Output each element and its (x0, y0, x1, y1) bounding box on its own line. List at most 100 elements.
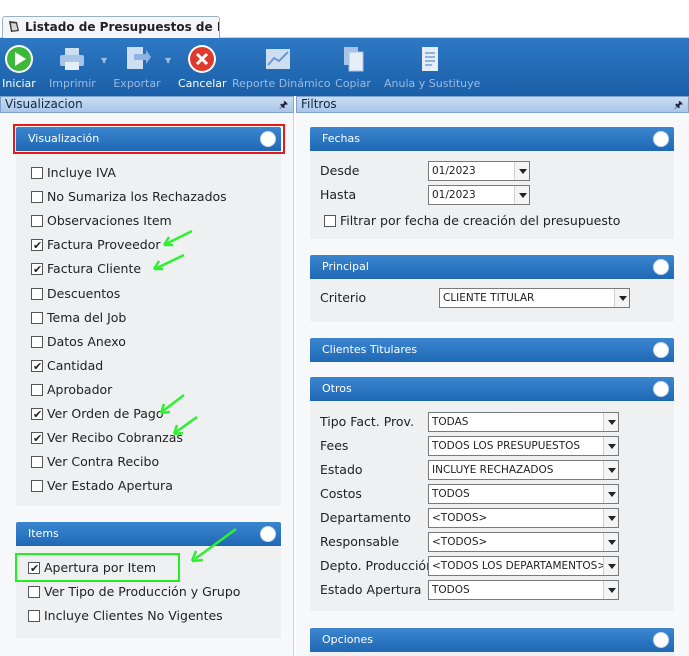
ver-tipo-de-produccion-y-grupo-label: Ver Tipo de Producción y Grupo (44, 584, 241, 599)
collapse-icon[interactable] (653, 342, 669, 358)
checkbox-box[interactable] (31, 261, 43, 279)
ver-contra-recibo-label: Ver Contra Recibo (47, 454, 160, 470)
dropdown-arrow-icon[interactable] (603, 533, 618, 551)
exportar-dropdown-icon[interactable]: ▼ (165, 56, 171, 65)
hasta-label: Hasta (320, 187, 357, 202)
depto-produccion-select[interactable]: <TODOS LOS DEPARTAMENTOS> (428, 556, 619, 576)
filtrar-fecha-label: Filtrar por fecha de creación del presup… (340, 213, 621, 228)
filtros-panel-title: Filtros 🖈 (296, 96, 689, 113)
printer-icon (60, 48, 84, 70)
pin-icon[interactable]: 🖈 (674, 98, 683, 113)
collapse-icon[interactable] (260, 526, 276, 542)
ver-recibo-cobranzas-label: Ver Recibo Cobranzas (47, 430, 183, 446)
criterio-select[interactable]: CLIENTE TITULAR (439, 288, 630, 308)
checkbox-box[interactable] (31, 430, 43, 448)
cancelar-label: Cancelar (178, 77, 227, 90)
iniciar-button[interactable]: Iniciar (0, 38, 38, 96)
annotation-arrow-icon (172, 415, 198, 436)
checkbox-box[interactable] (31, 406, 43, 424)
dropdown-arrow-icon[interactable] (603, 413, 618, 431)
opciones-group: Opciones (310, 628, 674, 656)
pin-icon[interactable]: 🖈 (279, 98, 288, 113)
depto-produccion-label: Depto. Producción (320, 558, 435, 573)
checkbox-box[interactable] (31, 215, 43, 228)
no-sumariza-los-rechazados-label: No Sumariza los Rechazados (47, 189, 227, 205)
departamento-select[interactable]: <TODOS> (428, 508, 619, 528)
otros-group-title: Otros (322, 382, 352, 395)
imprimir-button[interactable]: Imprimir (49, 38, 96, 96)
departamento-label: Departamento (320, 510, 411, 525)
dropdown-arrow-icon[interactable] (603, 581, 618, 599)
annotation-arrow-icon (162, 229, 193, 247)
anula-label: Anula y Sustituye (384, 77, 481, 90)
clientes-titulares-header[interactable]: Clientes Titulares (310, 338, 674, 362)
exportar-button[interactable]: Exportar (112, 38, 162, 96)
datos-anexo-label: Datos Anexo (47, 333, 126, 349)
dropdown-arrow-icon[interactable] (514, 162, 529, 180)
collapse-icon[interactable] (653, 381, 669, 397)
checkbox-box[interactable] (31, 191, 43, 204)
dropdown-arrow-icon[interactable] (603, 485, 618, 503)
dropdown-arrow-icon[interactable] (603, 437, 618, 455)
checkbox-box[interactable] (28, 610, 40, 622)
tipo-fact-prov-select[interactable]: TODAS (428, 412, 619, 432)
checkbox-box[interactable] (324, 215, 336, 227)
checkbox-box[interactable] (31, 167, 43, 179)
checkbox-box[interactable] (31, 480, 43, 493)
cancelar-button[interactable]: Cancelar (178, 38, 227, 96)
annotation-arrow-icon (159, 394, 185, 415)
annotation-arrow-icon (152, 253, 185, 271)
anula-sustituye-button[interactable]: Anula y Sustituye (384, 38, 481, 96)
copiar-button[interactable]: Copiar (333, 38, 373, 96)
collapse-icon[interactable] (653, 131, 669, 147)
dropdown-arrow-icon[interactable] (614, 289, 629, 307)
play-icon (5, 45, 33, 73)
costos-select[interactable]: TODOS (428, 484, 619, 504)
estado-apertura-value: TODOS (432, 584, 470, 596)
criterio-label: Criterio (320, 290, 367, 305)
checkbox-box[interactable] (31, 456, 43, 469)
fees-label: Fees (320, 438, 349, 453)
aprobador-label: Aprobador (47, 381, 113, 397)
dropdown-arrow-icon[interactable] (514, 186, 529, 204)
desde-field[interactable]: 01/2023 (428, 161, 530, 181)
descuentos-label: Descuentos (47, 285, 121, 301)
otros-group-header[interactable]: Otros (310, 377, 674, 401)
checkbox-box[interactable] (31, 311, 43, 324)
estado-select[interactable]: INCLUYE RECHAZADOS (428, 460, 619, 480)
reporte-dinamico-button[interactable]: Reporte Dinámico (232, 38, 331, 96)
collapse-icon[interactable] (653, 259, 669, 275)
imprimir-dropdown-icon[interactable]: ▼ (101, 56, 107, 65)
exportar-label: Exportar (113, 77, 161, 90)
checkbox-box[interactable] (31, 237, 43, 255)
checkbox-box[interactable] (31, 358, 43, 376)
tab-listado-presupuestos[interactable]: Listado de Presupuestos de Prod... (2, 16, 220, 38)
factura-proveedor-label: Factura Proveedor (47, 237, 161, 253)
checkbox-box[interactable] (31, 335, 43, 348)
visualizacion-panel-title: Visualizacion 🖈 (0, 96, 294, 113)
fechas-group-header[interactable]: Fechas (310, 127, 674, 151)
clientes-titulares-title: Clientes Titulares (322, 343, 418, 356)
checkbox-box[interactable] (28, 586, 40, 598)
checkbox-box[interactable] (31, 287, 43, 300)
collapse-icon[interactable] (653, 632, 669, 648)
dropdown-arrow-icon[interactable] (603, 461, 618, 479)
opciones-group-header[interactable]: Opciones (310, 628, 674, 652)
estado-apertura-select[interactable]: TODOS (428, 580, 619, 600)
ver-orden-de-pago-label: Ver Orden de Pago (47, 406, 164, 421)
fees-select[interactable]: TODOS LOS PRESUPUESTOS (428, 436, 619, 456)
estado-label: Estado (320, 462, 363, 477)
ver-estado-apertura-label: Ver Estado Apertura (47, 478, 173, 494)
dropdown-arrow-icon[interactable] (603, 557, 618, 575)
dropdown-arrow-icon[interactable] (603, 509, 618, 527)
items-group-header[interactable]: Items (16, 522, 281, 546)
copy-icon (344, 47, 364, 72)
checkbox-box[interactable] (31, 383, 43, 396)
hasta-field[interactable]: 01/2023 (428, 185, 530, 205)
export-icon (127, 47, 151, 69)
principal-group-header[interactable]: Principal (310, 255, 674, 279)
responsable-select[interactable]: <TODOS> (428, 532, 619, 552)
tab-title: Listado de Presupuestos de Prod... (25, 20, 219, 34)
fechas-group-title: Fechas (322, 132, 360, 145)
desde-label: Desde (320, 163, 360, 178)
